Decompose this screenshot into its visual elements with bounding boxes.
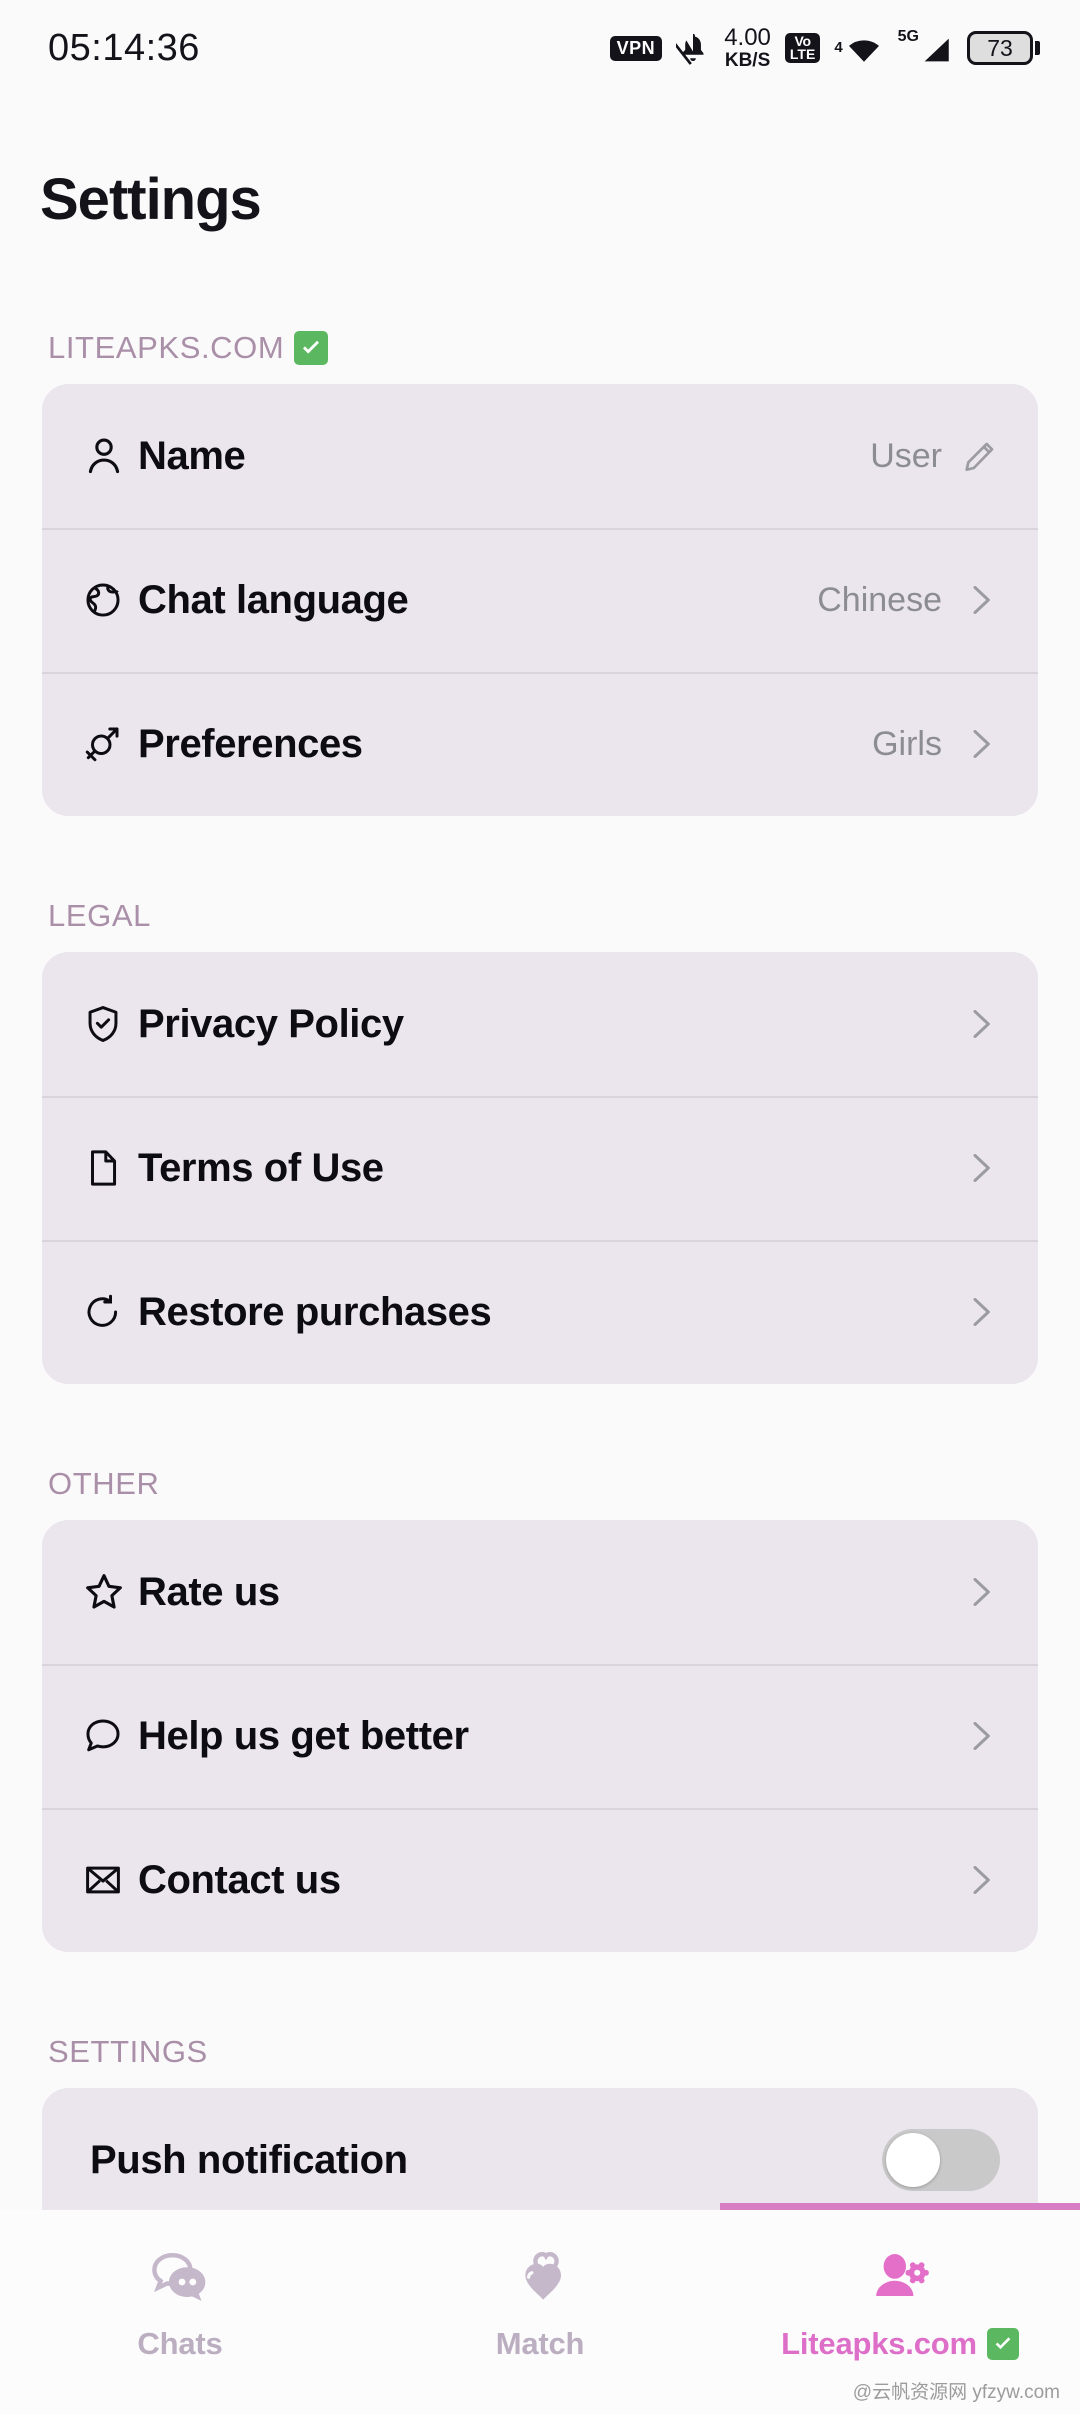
row-label: Contact us [138, 1857, 341, 1902]
row-restore-purchases[interactable]: Restore purchases [42, 1240, 1038, 1384]
row-name[interactable]: Name User [42, 384, 1038, 528]
section-title: LEGAL [48, 898, 151, 933]
document-icon [82, 1147, 138, 1189]
toggle-knob [886, 2133, 940, 2187]
chevron-right-icon [960, 1148, 1000, 1188]
row-label: Name [138, 433, 246, 478]
active-tab-indicator [720, 2203, 1080, 2210]
push-notification-toggle[interactable] [882, 2129, 1000, 2191]
netspeed-value: 4.00 [724, 24, 771, 51]
card-liteapks: Name User Chat language Chinese Preferen… [42, 384, 1038, 816]
pencil-icon[interactable] [960, 436, 1000, 476]
section-header-settings: SETTINGS [0, 2034, 1080, 2088]
volte-bottom-text: LTE [789, 46, 816, 62]
section-header-other: OTHER [0, 1466, 1080, 1520]
person-icon [82, 434, 138, 478]
section-title: OTHER [48, 1466, 160, 1501]
section-title: LITEAPKS.COM [48, 330, 285, 365]
globe-icon [82, 579, 138, 621]
row-label: Push notification [90, 2137, 408, 2182]
hearts-icon [509, 2246, 571, 2308]
envelope-icon [82, 1859, 138, 1901]
section-title: SETTINGS [48, 2034, 208, 2069]
tab-chats[interactable]: Chats [0, 2210, 360, 2362]
signal-badge-text: 5G [897, 28, 919, 45]
tab-label: Match [495, 2326, 585, 2361]
row-label: Chat language [138, 577, 409, 622]
shield-check-icon [82, 1003, 138, 1045]
cellular-signal-icon: 5G [898, 29, 953, 67]
vpn-icon: VPN [609, 35, 663, 61]
card-other: Rate us Help us get better Contact us [42, 1520, 1038, 1952]
row-label: Terms of Use [138, 1145, 384, 1190]
section-header-liteapks: LITEAPKS.COM [0, 330, 1080, 384]
row-label: Help us get better [138, 1713, 469, 1758]
volte-icon: Vo LTE [784, 32, 821, 64]
chevron-right-icon [960, 1572, 1000, 1612]
row-privacy-policy[interactable]: Privacy Policy [42, 952, 1038, 1096]
settings-sections: LITEAPKS.COM Name User Chat language Chi… [0, 330, 1080, 2248]
row-terms-of-use[interactable]: Terms of Use [42, 1096, 1038, 1240]
watermark-text: @云帆资源网 yfzyw.com [852, 2382, 1060, 2403]
chevron-right-icon [960, 724, 1000, 764]
row-label: Preferences [138, 721, 363, 766]
page-title: Settings [40, 167, 262, 232]
chat-bubbles-icon [148, 2246, 212, 2308]
restore-icon [82, 1291, 138, 1333]
section-legal: LEGAL Privacy Policy Terms of Use Restor… [0, 898, 1080, 1384]
tab-liteapks[interactable]: Liteapks.com [720, 2210, 1080, 2362]
status-bar: 05:14:36 VPN 4.00 KB/S Vo LTE 4 5G 73 [0, 0, 1080, 96]
row-label: Rate us [138, 1569, 280, 1614]
row-label: Restore purchases [138, 1289, 492, 1334]
battery-level-text: 73 [987, 34, 1013, 61]
chevron-right-icon [960, 1716, 1000, 1756]
chevron-right-icon [960, 1860, 1000, 1900]
chevron-right-icon [960, 1004, 1000, 1044]
tab-label-wrap: Liteapks.com [781, 2326, 1019, 2362]
gender-icon [82, 723, 138, 765]
tab-label-wrap: Match [496, 2326, 585, 2362]
row-contact-us[interactable]: Contact us [42, 1808, 1038, 1952]
bell-muted-icon [676, 31, 710, 65]
check-mark-icon [294, 331, 329, 365]
section-header-legal: LEGAL [0, 898, 1080, 952]
star-icon [82, 1570, 138, 1614]
settings-screen: 05:14:36 VPN 4.00 KB/S Vo LTE 4 5G 73 Se… [0, 0, 1080, 2414]
card-legal: Privacy Policy Terms of Use Restore purc… [42, 952, 1038, 1384]
tab-match[interactable]: Match [360, 2210, 720, 2362]
section-other: OTHER Rate us Help us get better Contact… [0, 1466, 1080, 1952]
row-preferences[interactable]: Preferences Girls [42, 672, 1038, 816]
row-value: Girls [872, 724, 942, 763]
status-icon-group: VPN 4.00 KB/S Vo LTE 4 5G 73 [609, 24, 1040, 71]
section-liteapks: LITEAPKS.COM Name User Chat language Chi… [0, 330, 1080, 816]
chat-bubble-icon [82, 1715, 138, 1757]
tab-label-wrap: Chats [137, 2326, 222, 2362]
check-mark-icon [986, 2328, 1019, 2360]
tab-label: Chats [137, 2326, 223, 2361]
person-gear-icon [868, 2246, 932, 2308]
row-label: Privacy Policy [138, 1001, 404, 1046]
row-value: Chinese [817, 580, 942, 619]
row-help-us-get-better[interactable]: Help us get better [42, 1664, 1038, 1808]
chevron-right-icon [960, 580, 1000, 620]
wifi-badge-text: 4 [834, 39, 843, 56]
row-value: User [870, 436, 942, 475]
tab-label: Liteapks.com [781, 2326, 977, 2361]
row-chat-language[interactable]: Chat language Chinese [42, 528, 1038, 672]
wifi-icon: 4 [834, 32, 883, 64]
battery-icon: 73 [967, 31, 1040, 65]
chevron-right-icon [960, 1292, 1000, 1332]
row-rate-us[interactable]: Rate us [42, 1520, 1038, 1664]
status-clock: 05:14:36 [48, 26, 200, 69]
network-speed-indicator: 4.00 KB/S [724, 24, 771, 71]
netspeed-unit: KB/S [724, 50, 771, 71]
